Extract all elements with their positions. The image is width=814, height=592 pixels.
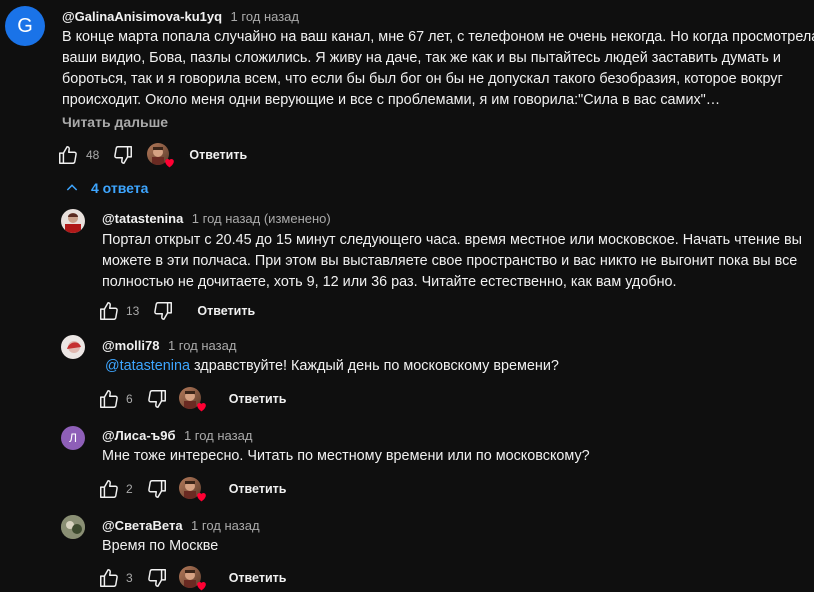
chevron-up-icon (66, 184, 78, 191)
reply-text-line: Портал открыт с 20.45 до 15 минут следую… (102, 232, 803, 248)
thumbs-down-icon (147, 390, 166, 408)
read-more-button[interactable]: Читать дальше (62, 114, 168, 130)
dislike-button[interactable] (145, 477, 169, 501)
avatar[interactable]: G (5, 6, 45, 46)
thumbs-up-icon (100, 569, 118, 587)
like-count: 3 (126, 571, 133, 585)
avatar[interactable] (61, 209, 85, 233)
comment-text-line: происходит. Около меня одни верующие и в… (62, 92, 721, 108)
heart-icon (196, 492, 206, 502)
avatar[interactable] (61, 515, 85, 539)
creator-heart (178, 387, 207, 412)
thumbs-up-icon (59, 146, 77, 164)
like-count: 6 (126, 392, 133, 406)
user-photo-icon (65, 213, 81, 233)
reply-header: @molli78 1 год назад (102, 337, 236, 355)
mention-link[interactable]: @tatastenina (105, 358, 190, 374)
reply-time[interactable]: 1 год назад (184, 428, 252, 443)
dislike-button[interactable] (145, 387, 169, 411)
heart-icon (196, 581, 206, 591)
reply-text: @tatastenina здравствуйте! Каждый день п… (102, 356, 559, 377)
avatar-letter: G (17, 14, 33, 37)
reply-author[interactable]: @tatastenina (102, 211, 183, 226)
reply-button[interactable]: Ответить (229, 392, 287, 406)
reply-text-line: здравствуйте! Каждый день по московскому… (190, 358, 559, 374)
reply-author[interactable]: @Лиса-ъ9б (102, 428, 175, 443)
creator-heart (178, 477, 207, 502)
reply-actions: 6 Ответить (97, 387, 287, 412)
comment-text: В конце марта попала случайно на ваш кан… (62, 27, 814, 111)
like-button[interactable] (56, 143, 80, 167)
reply-header: @tatastenina 1 год назад (изменено) (102, 210, 331, 228)
reply-time[interactable]: 1 год назад (168, 338, 236, 353)
replies-toggle[interactable]: 4 ответа (64, 180, 148, 196)
reply-author[interactable]: @СветаВета (102, 518, 183, 533)
reply-header: @СветаВета 1 год назад (102, 517, 260, 535)
reply-time[interactable]: 1 год назад (изменено) (192, 211, 331, 226)
user-photo-icon (61, 515, 85, 539)
like-count: 13 (126, 304, 140, 318)
like-button[interactable] (97, 387, 121, 411)
reply-text: Время по Москве (102, 536, 218, 557)
heart-icon (165, 158, 175, 168)
creator-heart (147, 143, 175, 168)
dislike-button[interactable] (151, 299, 175, 323)
reply-text: Портал открыт с 20.45 до 15 минут следую… (102, 230, 812, 293)
avatar[interactable] (61, 335, 85, 359)
thumbs-down-icon (147, 569, 166, 587)
heart-icon (196, 402, 206, 412)
reply-button[interactable]: Ответить (229, 482, 287, 496)
thumbs-down-icon (147, 480, 166, 498)
thumbs-up-icon (100, 480, 118, 498)
reply-text-line: Время по Москве (102, 538, 219, 554)
reply-time[interactable]: 1 год назад (191, 518, 259, 533)
reply-text-line: можете в эти полчаса. При этом вы выстав… (102, 253, 798, 269)
like-count: 2 (126, 482, 133, 496)
reply-author[interactable]: @molli78 (102, 338, 159, 353)
dislike-button[interactable] (145, 566, 169, 590)
avatar-letter: Л (69, 431, 77, 445)
reply-text: Мне тоже интересно. Читать по местному в… (102, 446, 590, 467)
like-button[interactable] (97, 299, 121, 323)
user-photo-icon (67, 341, 81, 353)
like-button[interactable] (97, 566, 121, 590)
reply-actions: 13 Ответить (97, 299, 255, 323)
thumbs-up-icon (100, 390, 118, 408)
reply-button[interactable]: Ответить (229, 571, 287, 585)
comment-header: @GalinaAnisimova-ku1yq 1 год назад (62, 8, 299, 26)
avatar[interactable]: Л (61, 426, 85, 450)
replies-count-label: 4 ответа (91, 180, 149, 196)
reply-text-line: полностью не дочитаете, хоть 9, 12 или 3… (102, 274, 677, 290)
thumbs-up-icon (100, 302, 118, 320)
like-count: 48 (86, 148, 100, 162)
reply-button[interactable]: Ответить (197, 304, 255, 318)
comment-text-line: В конце марта попала случайно на ваш кан… (62, 29, 814, 45)
reply-header: @Лиса-ъ9б 1 год назад (102, 427, 252, 445)
reply-button[interactable]: Ответить (189, 148, 247, 162)
comment-time[interactable]: 1 год назад (231, 9, 299, 24)
thumbs-down-icon (154, 302, 173, 320)
comment-author[interactable]: @GalinaAnisimova-ku1yq (62, 9, 222, 24)
creator-heart (178, 566, 207, 591)
comment-text-line: бороться, так и я говорила всем, что есл… (62, 71, 783, 87)
reply-text-line: Мне тоже интересно. Читать по местному в… (102, 448, 590, 464)
like-button[interactable] (97, 477, 121, 501)
comment-actions: 48 Ответить (56, 143, 247, 168)
dislike-button[interactable] (111, 143, 135, 167)
reply-actions: 2 Ответить (97, 477, 287, 502)
comment-text-line: ваши видио, Бова, пазлы сложились. Я жив… (62, 50, 781, 66)
thumbs-down-icon (114, 146, 133, 164)
reply-actions: 3 Ответить (97, 566, 287, 591)
